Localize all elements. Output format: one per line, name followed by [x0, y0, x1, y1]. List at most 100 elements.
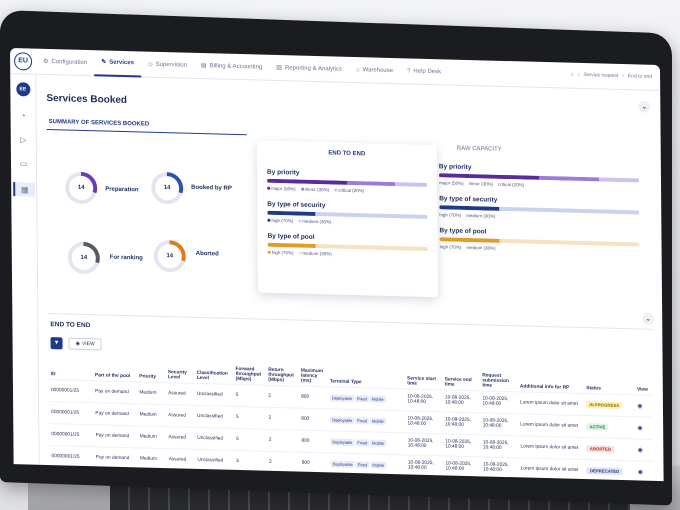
- terminal-chip: Deployable: [330, 459, 355, 468]
- eye-icon[interactable]: ◉: [638, 469, 643, 475]
- tab-help-desk[interactable]: ? Help Desk: [400, 58, 448, 85]
- cell-priority: Medium: [137, 403, 167, 427]
- priority-title: By priority: [266, 168, 300, 177]
- eye-icon[interactable]: ◉: [637, 403, 642, 409]
- bell-icon[interactable]: ◔: [18, 110, 28, 120]
- cell-start: 10-08-2025, 10:48:00: [405, 432, 444, 456]
- column-header[interactable]: Priority: [137, 357, 166, 382]
- bar-segment-high: [439, 237, 500, 243]
- cell-latency: 800: [299, 429, 329, 453]
- legend-dot: [334, 188, 338, 192]
- end-to-end-card: END TO END By priority major (50%) minor…: [256, 140, 439, 298]
- breadcrumb: ⌂ › Service request › End to end: [570, 71, 653, 80]
- breadcrumb-item: End to end: [627, 73, 653, 80]
- raw-capacity-tab[interactable]: RAW CAPACITY: [457, 146, 502, 153]
- bar-segment-high: [267, 242, 316, 249]
- legend-label: major (50%): [439, 180, 464, 186]
- terminal-chip: Deployable: [330, 437, 355, 446]
- bar-segment-major: [267, 178, 348, 185]
- tab-warehouse[interactable]: ⌂ Warehouse: [349, 56, 400, 83]
- legend-label: high (70%): [439, 244, 462, 250]
- cell-latency: 800: [299, 407, 329, 431]
- column-header[interactable]: Terminal Type: [328, 362, 406, 388]
- services-table: ID Part of the pool Priority Security Le…: [48, 355, 654, 482]
- donut-label: Booked by RP: [191, 184, 232, 192]
- column-header[interactable]: Security Level: [166, 358, 195, 383]
- priority-legend: major (50%) minor (30%) critical (20%): [267, 186, 427, 195]
- terminal-chip: Deployable: [330, 415, 355, 424]
- gear-icon: ⚙: [43, 58, 49, 66]
- cell-submit: 10-08-2025, 10:48:00: [480, 390, 519, 414]
- cell-info: Lorem ipsum dolor sit amet: [518, 435, 585, 460]
- view-button[interactable]: ◉ VIEW: [68, 337, 102, 351]
- column-header[interactable]: Return throughput (Mbps): [266, 361, 299, 386]
- column-header[interactable]: Service end time: [443, 365, 481, 390]
- pool-legend: high (70%) medium (30%): [267, 249, 428, 259]
- column-header[interactable]: Forward throughput (Mbps): [233, 360, 266, 385]
- card-title[interactable]: END TO END: [267, 149, 427, 159]
- legend-label: high (70%): [271, 217, 294, 224]
- monitor-icon[interactable]: ▭: [18, 158, 28, 168]
- status-badge: ACTIVE: [586, 422, 609, 431]
- terminal-chip: Mobile: [369, 394, 386, 403]
- cell-submit: 10-08-2025, 10:48:00: [480, 456, 519, 480]
- page-title: Services Booked: [46, 92, 128, 107]
- cell-ret: 2: [266, 428, 300, 452]
- cell-status: IN PROGRESS: [584, 393, 636, 417]
- table-body: 00000001/25 Pay on demand Medium Assured Unc…: [48, 379, 654, 482]
- app-logo[interactable]: EU: [10, 48, 36, 74]
- shield-icon: ◇: [147, 61, 153, 68]
- column-header[interactable]: ID: [49, 355, 93, 380]
- column-header[interactable]: Status: [584, 369, 635, 394]
- tab-services[interactable]: ✎ Services: [94, 49, 142, 77]
- terminal-chip: Fixed: [355, 460, 370, 468]
- column-header[interactable]: Part of the pool: [93, 356, 137, 381]
- chevron-down-icon[interactable]: ⌄: [642, 312, 655, 325]
- terminal-chip: Fixed: [354, 394, 369, 402]
- cell-fwd: 5: [233, 405, 267, 429]
- cell-security: Assured: [166, 382, 195, 405]
- terminal-chip: Fixed: [355, 416, 369, 424]
- tab-configuration[interactable]: ⚙ Configuration: [36, 48, 94, 76]
- legend-dot: [267, 251, 271, 255]
- tab-reporting[interactable]: ▥ Reporting & Analytics: [269, 54, 349, 82]
- column-header[interactable]: Service start time: [405, 364, 443, 389]
- cell-terminal-type: DeployableFixedMobile: [327, 386, 406, 411]
- cell-ret: 2: [266, 450, 300, 474]
- cell-status: ACTIVE: [584, 415, 636, 439]
- filter-button[interactable]: ▼: [50, 337, 63, 350]
- chevron-down-icon[interactable]: ⌄: [638, 100, 651, 113]
- bar-segment-minor: [347, 180, 396, 187]
- eye-icon[interactable]: ◉: [637, 425, 642, 431]
- avatar[interactable]: EE: [15, 82, 30, 97]
- column-header[interactable]: Additional info for RP: [518, 367, 585, 393]
- breadcrumb-item[interactable]: Service request: [583, 72, 618, 79]
- eye-icon[interactable]: ◉: [638, 447, 643, 453]
- cell-start: 10-08-2025, 10:48:00: [405, 410, 444, 434]
- column-header[interactable]: Request submission time: [480, 366, 518, 391]
- tab-label: Configuration: [51, 58, 88, 66]
- play-icon[interactable]: ▷: [18, 134, 28, 144]
- column-header[interactable]: Classification Level: [195, 359, 234, 384]
- cell-classification: Unclassified: [194, 404, 235, 428]
- cell-end: 10-08-2025, 10:48:00: [443, 411, 481, 435]
- billing-icon: ▤: [200, 63, 207, 70]
- legend-label: medium (30%): [466, 212, 496, 219]
- cell-end: 10-08-2025, 10:48:00: [443, 455, 482, 479]
- tab-label: Supervision: [155, 61, 187, 69]
- home-icon[interactable]: ⌂: [571, 72, 574, 78]
- legend-label: high (70%): [271, 249, 294, 256]
- calendar-icon[interactable]: ▦: [12, 182, 35, 197]
- tab-billing[interactable]: ▤ Billing & Accounting: [194, 52, 270, 80]
- donut-label: For ranking: [109, 254, 143, 262]
- cell-view: ◉: [635, 438, 654, 461]
- cell-id: 00000001/25: [48, 379, 94, 403]
- column-header[interactable]: Maximum latency (ms): [299, 362, 328, 387]
- cell-pool: Pay on demand: [93, 446, 139, 470]
- summary-tab[interactable]: SUMMARY OF SERVICES BOOKED: [49, 119, 150, 128]
- app-screen: EU ⚙ Configuration ✎ Services ◇ Supervision…: [10, 48, 664, 482]
- cell-priority: Medium: [137, 447, 167, 471]
- legend-dot: [298, 251, 302, 255]
- cell-end: 10-08-2025, 10:48:00: [443, 433, 481, 457]
- tab-supervision[interactable]: ◇ Supervision: [141, 51, 194, 78]
